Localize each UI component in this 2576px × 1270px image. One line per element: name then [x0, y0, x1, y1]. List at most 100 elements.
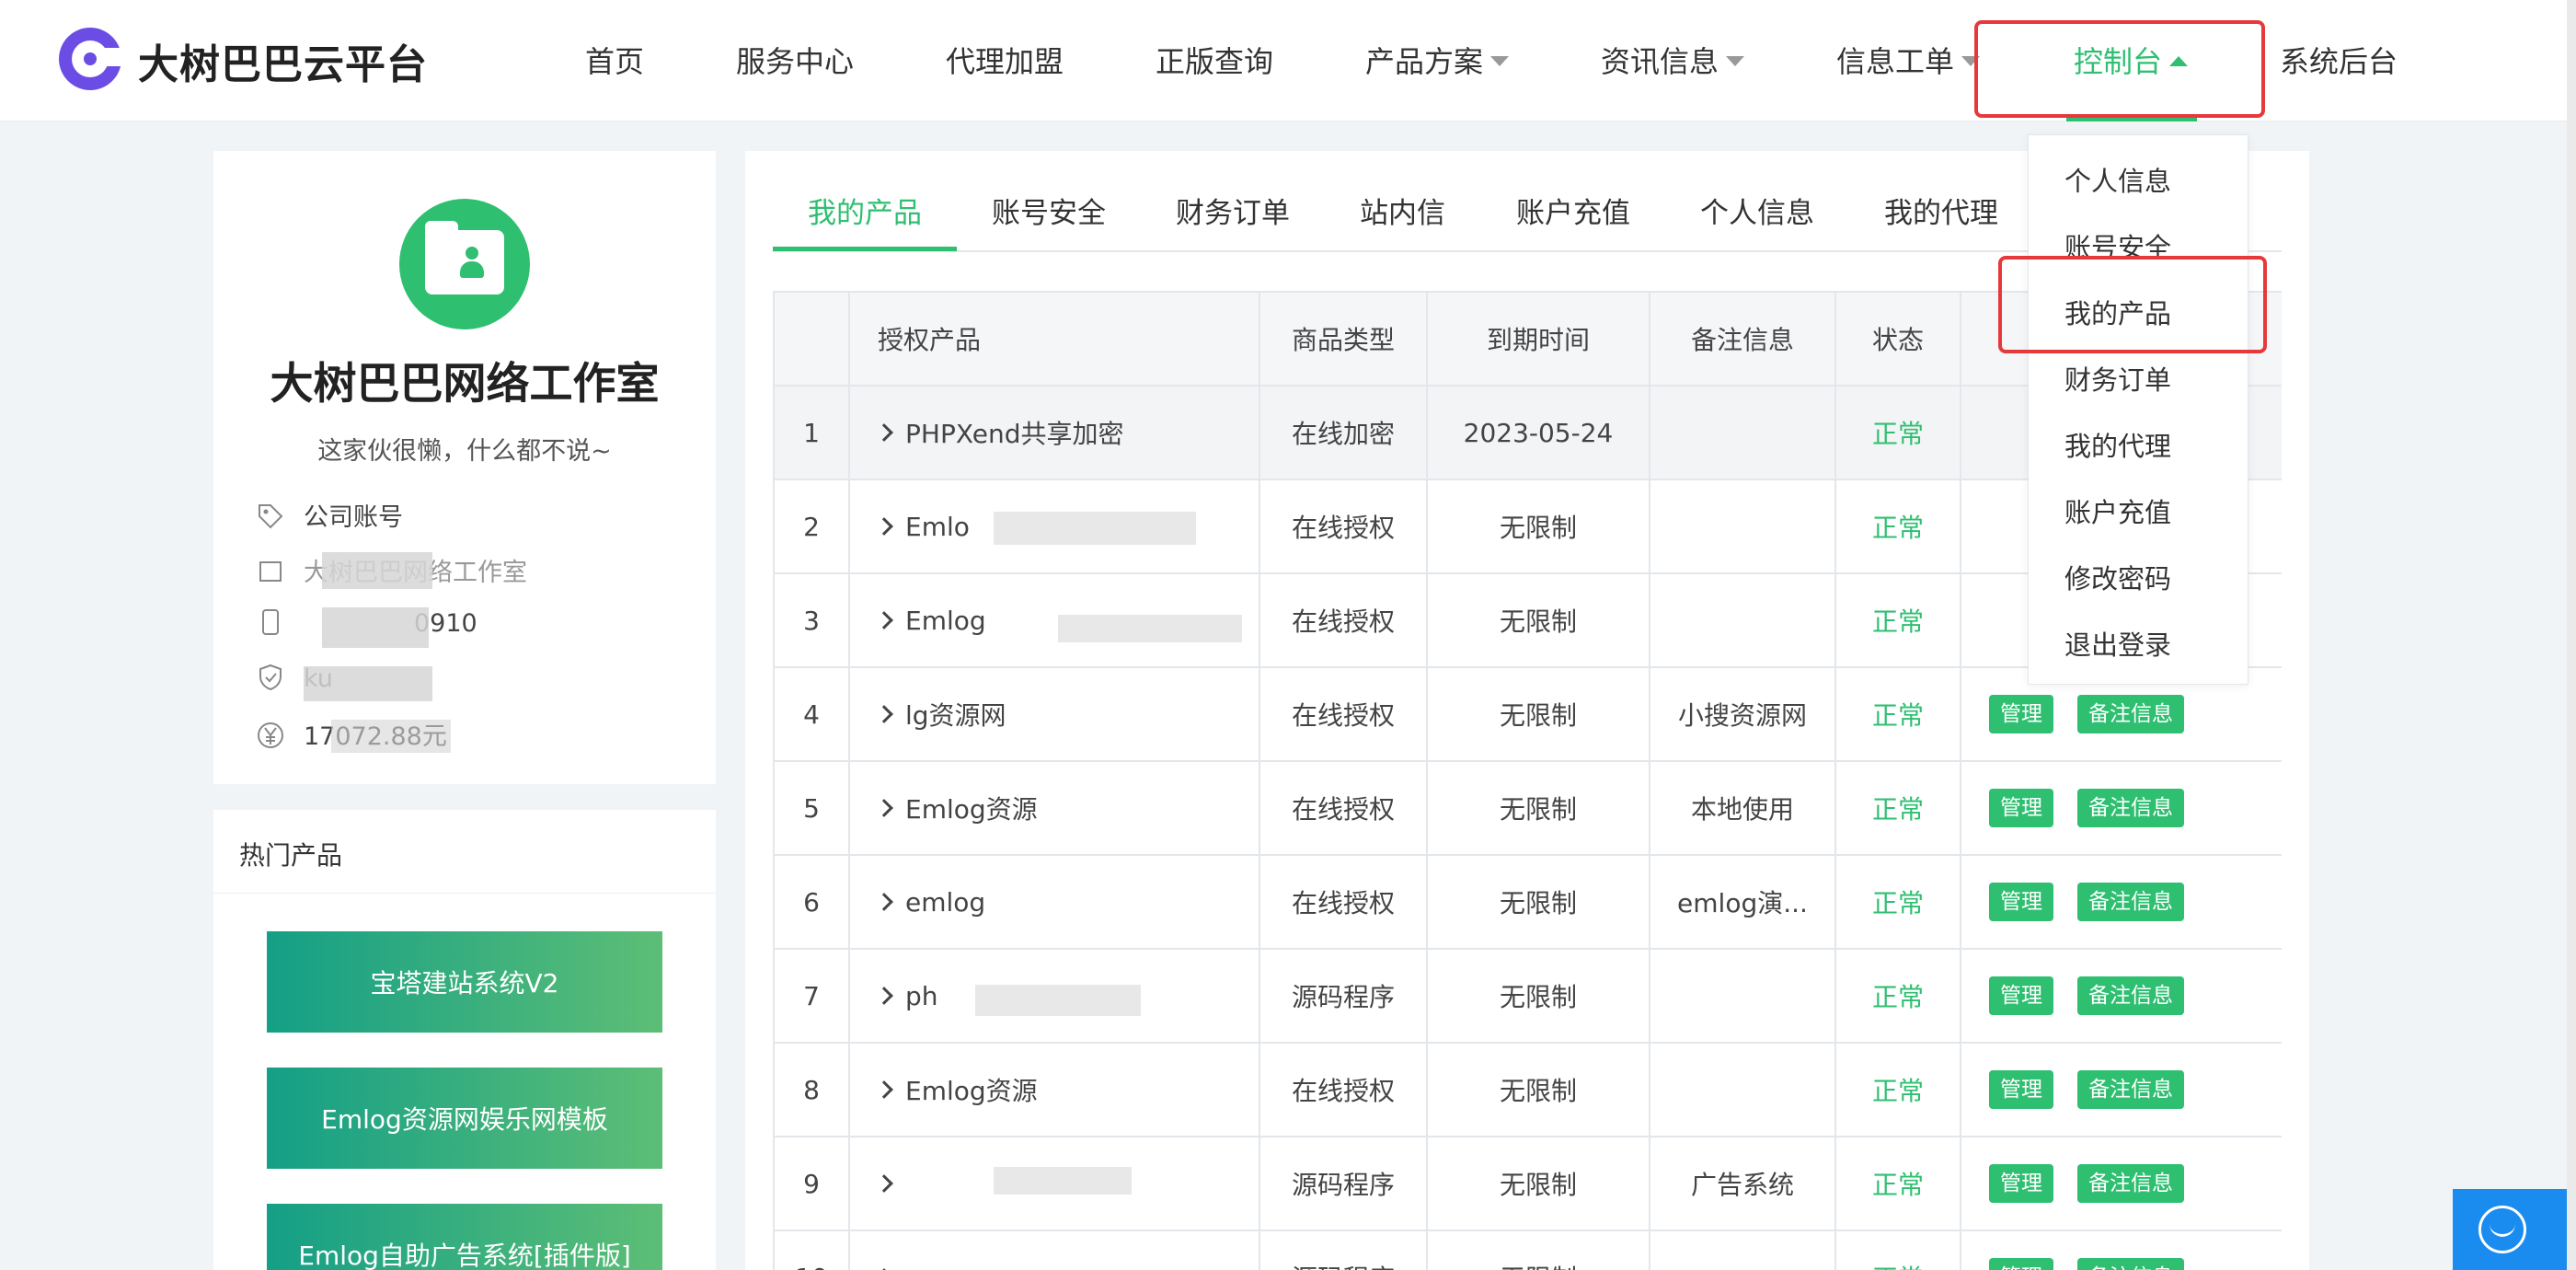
col-header-type: 商品类型 [1260, 293, 1428, 387]
product-type: 在线授权 [1260, 1044, 1428, 1137]
manage-button[interactable]: 管理 [1989, 789, 2053, 827]
chevron-right-icon[interactable] [875, 517, 893, 536]
status-text: 正常 [1836, 574, 1961, 668]
status-text: 正常 [1836, 950, 1961, 1044]
col-header-index [775, 293, 850, 387]
manage-button[interactable]: 管理 [1989, 1258, 2053, 1270]
product-name: Emlog资源 [905, 794, 1038, 825]
product-cell[interactable]: lg资源网 [850, 668, 1260, 762]
expire-date: 2023-05-24 [1428, 387, 1650, 480]
chevron-right-icon[interactable] [875, 799, 893, 817]
row-index: 1 [775, 387, 850, 480]
status-text: 正常 [1836, 1044, 1961, 1137]
status-text: 正常 [1836, 1137, 1961, 1231]
product-cell[interactable]: Emlog资源 [850, 762, 1260, 856]
expire-date: 无限制 [1428, 950, 1650, 1044]
product-type: 在线授权 [1260, 480, 1428, 574]
chevron-right-icon[interactable] [875, 1174, 893, 1193]
nav-service-center[interactable]: 服务中心 [736, 39, 854, 81]
expire-date: 无限制 [1428, 856, 1650, 950]
product-cell[interactable]: Emlog资源 [850, 1044, 1260, 1137]
nav-news[interactable]: 资讯信息 [1601, 39, 1745, 81]
expire-date: 无限制 [1428, 574, 1650, 668]
row-index: 4 [775, 668, 850, 762]
status-text: 正常 [1836, 387, 1961, 480]
row-actions: 管理备注信息 [1961, 1137, 2282, 1231]
tab-messages[interactable]: 站内信 [1360, 190, 1445, 231]
hot-products-title: 热门产品 [239, 840, 343, 871]
tab-personal-info[interactable]: 个人信息 [1700, 190, 1814, 231]
nav-home[interactable]: 首页 [585, 39, 644, 81]
nav-admin[interactable]: 系统后台 [2280, 39, 2398, 81]
row-index: 10 [775, 1231, 850, 1270]
remark-button[interactable]: 备注信息 [2077, 1070, 2184, 1109]
hot-product-button[interactable]: Emlog资源网娱乐网模板 [267, 1068, 662, 1169]
hot-product-button[interactable]: Emlog自助广告系统[插件版] [267, 1204, 662, 1270]
tab-my-agents[interactable]: 我的代理 [1884, 190, 1998, 231]
manage-button[interactable]: 管理 [1989, 1070, 2053, 1109]
product-type: 在线加密 [1260, 387, 1428, 480]
chevron-right-icon[interactable] [875, 893, 893, 911]
manage-button[interactable]: 管理 [1989, 883, 2053, 921]
tab-account-security[interactable]: 账号安全 [992, 190, 1106, 231]
product-cell[interactable] [850, 1231, 1260, 1270]
brand-name[interactable]: 大树巴巴云平台 [138, 31, 428, 90]
chevron-right-icon[interactable] [875, 611, 893, 629]
remark-button[interactable]: 备注信息 [2077, 976, 2184, 1015]
menu-item-logout[interactable]: 退出登录 [2064, 624, 2171, 663]
remark-text [1650, 1044, 1836, 1137]
redaction [322, 607, 429, 648]
shield-icon [259, 664, 282, 691]
nav-product-solutions[interactable]: 产品方案 [1365, 39, 1510, 81]
menu-item-personal-info[interactable]: 个人信息 [2064, 160, 2171, 199]
col-header-expire: 到期时间 [1428, 293, 1650, 387]
tab-finance-orders[interactable]: 财务订单 [1176, 190, 1290, 231]
console-dropdown-menu [2028, 134, 2248, 685]
manage-button[interactable]: 管理 [1989, 976, 2053, 1015]
phone-icon [262, 609, 279, 635]
row-index: 9 [775, 1137, 850, 1231]
remark-button[interactable]: 备注信息 [2077, 1258, 2184, 1270]
manage-button[interactable]: 管理 [1989, 695, 2053, 733]
redaction [994, 1167, 1132, 1195]
product-cell[interactable]: emlog [850, 856, 1260, 950]
page-scrollbar[interactable] [2567, 0, 2576, 1270]
company-label-row: 公司账号 [256, 497, 403, 533]
remark-button[interactable]: 备注信息 [2077, 883, 2184, 921]
row-actions: 管理 备注信息 [1961, 1231, 2282, 1270]
row-actions: 管理备注信息 [1961, 950, 2282, 1044]
tab-recharge[interactable]: 账户充值 [1516, 190, 1630, 231]
remark-button[interactable]: 备注信息 [2077, 695, 2184, 733]
nav-tickets[interactable]: 信息工单 [1836, 39, 1981, 81]
menu-item-my-agents[interactable]: 我的代理 [2064, 425, 2171, 464]
profile-motto: 这家伙很懒，什么都不说~ [317, 437, 612, 466]
row-actions: 管理备注信息 [1961, 762, 2282, 856]
menu-item-finance-orders[interactable]: 财务订单 [2064, 359, 2171, 398]
product-cell[interactable]: PHPXend共享加密 [850, 387, 1260, 480]
hot-product-button[interactable]: 宝塔建站系统V2 [267, 931, 662, 1033]
remark-text: emlog演... [1650, 856, 1836, 950]
nav-license-query[interactable]: 正版查询 [1156, 39, 1273, 81]
product-name: Emlo [905, 511, 970, 542]
divider [213, 893, 716, 894]
remark-button[interactable]: 备注信息 [2077, 1164, 2184, 1203]
status-text: 正常 [1836, 856, 1961, 950]
remark-button[interactable]: 备注信息 [2077, 789, 2184, 827]
row-actions: 管理备注信息 [1961, 856, 2282, 950]
menu-item-change-password[interactable]: 修改密码 [2064, 558, 2171, 596]
product-type: 在线授权 [1260, 856, 1428, 950]
chevron-right-icon[interactable] [875, 705, 893, 723]
remark-text [1650, 480, 1836, 574]
product-type: 在线授权 [1260, 668, 1428, 762]
chevron-right-icon[interactable] [875, 423, 893, 442]
manage-button[interactable]: 管理 [1989, 1164, 2053, 1203]
menu-item-recharge[interactable]: 账户充值 [2064, 491, 2171, 530]
row-actions: 管理备注信息 [1961, 1044, 2282, 1137]
chevron-right-icon[interactable] [875, 1080, 893, 1099]
chevron-right-icon[interactable] [875, 987, 893, 1005]
status-text: 正常 [1836, 762, 1961, 856]
tab-my-products[interactable]: 我的产品 [808, 190, 922, 231]
nav-agent-join[interactable]: 代理加盟 [946, 39, 1064, 81]
row-index: 2 [775, 480, 850, 574]
user-icon [460, 247, 484, 283]
